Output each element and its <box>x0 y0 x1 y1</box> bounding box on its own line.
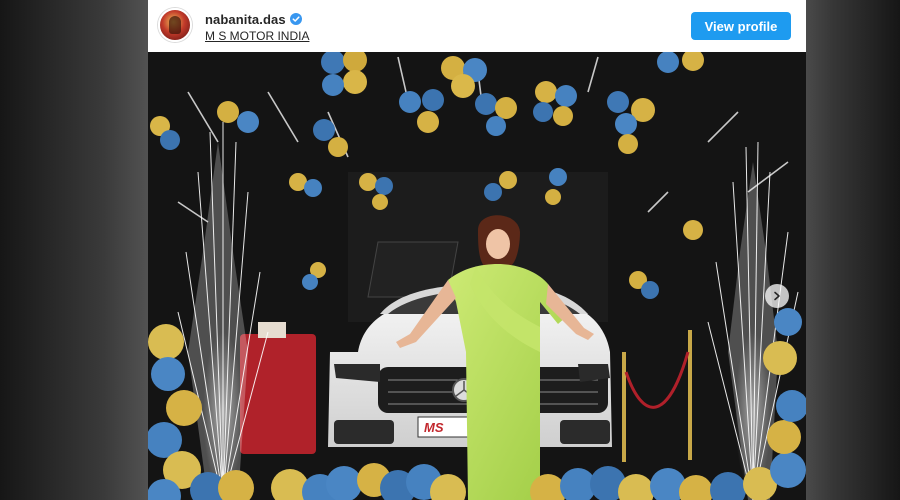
instagram-embed: nabanita.das M S MOTOR INDIA View profil… <box>148 0 806 500</box>
view-profile-button[interactable]: View profile <box>691 12 791 40</box>
username-row: nabanita.das <box>205 11 302 27</box>
username-link[interactable]: nabanita.das <box>205 12 286 27</box>
verified-badge-icon <box>289 13 302 25</box>
post-header: nabanita.das M S MOTOR INDIA View profil… <box>148 0 806 52</box>
page-background-right <box>806 0 900 500</box>
location-link[interactable]: M S MOTOR INDIA <box>205 29 309 43</box>
post-photo[interactable]: MS <box>148 52 806 500</box>
carousel-next-button[interactable] <box>765 284 789 308</box>
plate-text: MS <box>424 420 444 435</box>
page-background-left <box>0 0 148 500</box>
photo-illustration: MS <box>148 52 806 500</box>
chevron-right-icon <box>774 291 780 301</box>
profile-avatar[interactable] <box>158 8 192 42</box>
